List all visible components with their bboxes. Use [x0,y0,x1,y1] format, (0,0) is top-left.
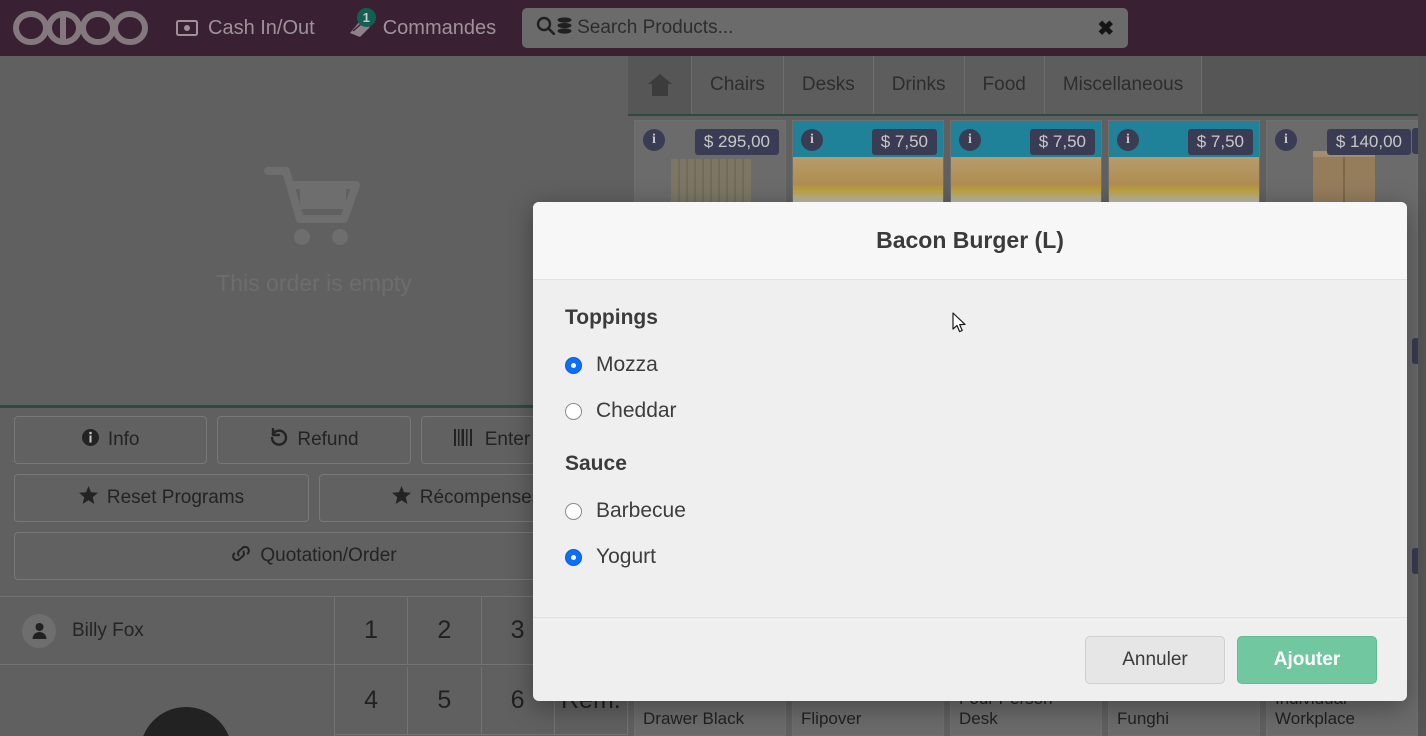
modal-title: Bacon Burger (L) [876,227,1064,253]
option-label: Cheddar [596,399,677,422]
radio-barbecue[interactable] [565,502,582,520]
option-row-cheddar[interactable]: Cheddar [565,388,1375,434]
radio-yogurt[interactable] [565,548,582,566]
modal-footer: Annuler Ajouter [533,617,1407,701]
cancel-button[interactable]: Annuler [1085,635,1225,684]
add-button[interactable]: Ajouter [1237,635,1377,684]
option-row-barbecue[interactable]: Barbecue [565,488,1375,534]
modal-header: Bacon Burger (L) [533,202,1407,280]
option-label: Mozza [596,353,658,376]
attribute-group-toppings: Toppings Mozza Cheddar [565,306,1375,434]
attribute-group-sauce: Sauce Barbecue Yogurt [565,452,1375,580]
pos-screen: Cash In/Out 1 Commandes Search Products.… [0,0,1426,736]
option-label: Barbecue [596,499,686,522]
option-row-yogurt[interactable]: Yogurt [565,534,1375,580]
option-row-mozza[interactable]: Mozza [565,342,1375,388]
modal-body: Toppings Mozza Cheddar Sauce Barbecue Yo… [533,280,1407,617]
radio-mozza[interactable] [565,356,582,374]
attribute-group-title: Sauce [565,452,627,475]
product-configurator-modal: Bacon Burger (L) Toppings Mozza Cheddar … [533,202,1407,701]
attribute-group-title: Toppings [565,306,658,329]
radio-cheddar[interactable] [565,402,582,420]
option-label: Yogurt [596,545,656,568]
